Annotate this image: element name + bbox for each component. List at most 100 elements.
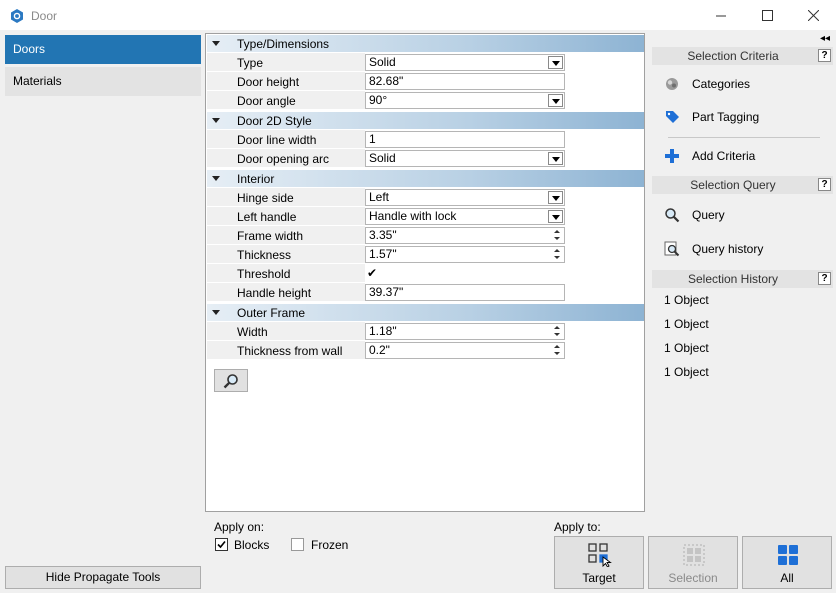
frozen-checkbox[interactable]: [291, 538, 304, 551]
apply-to-label: Apply to:: [554, 520, 601, 534]
section-title: Type/Dimensions: [237, 37, 330, 51]
frame-width-spinner[interactable]: 3.35": [365, 227, 565, 244]
part-tagging-label: Part Tagging: [692, 110, 760, 124]
window-title: Door: [31, 9, 58, 23]
property-row-door-angle: Door angle 90°: [207, 91, 644, 110]
search-icon: [665, 208, 680, 223]
sidebar-item-materials[interactable]: Materials: [5, 67, 201, 96]
all-icon: [778, 545, 798, 565]
selection-history-header: Selection History ?: [652, 270, 833, 288]
spinner-arrows-icon[interactable]: [553, 324, 562, 339]
close-button[interactable]: [790, 0, 836, 31]
collapse-triangle-icon[interactable]: [212, 176, 220, 181]
door-line-width-input[interactable]: 1: [365, 131, 565, 148]
plus-icon: [665, 149, 679, 163]
hinge-side-dropdown[interactable]: Left: [365, 189, 565, 206]
history-item[interactable]: 1 Object: [664, 293, 709, 307]
threshold-checkbox[interactable]: ✔: [367, 266, 377, 280]
property-row-frame-width: Frame width 3.35": [207, 226, 644, 245]
door-height-input[interactable]: 82.68": [365, 73, 565, 90]
property-label: Door opening arc: [237, 152, 330, 166]
sidebar-item-doors[interactable]: Doors: [5, 35, 201, 64]
property-row-hinge-side: Hinge side Left: [207, 188, 644, 207]
selection-button[interactable]: Selection: [648, 536, 738, 589]
divider: [668, 137, 820, 138]
chevron-down-icon[interactable]: [548, 210, 563, 223]
collapse-panel-icon[interactable]: ◂◂: [820, 33, 830, 44]
section-door-2d-style[interactable]: Door 2D Style: [207, 112, 644, 129]
section-interior[interactable]: Interior: [207, 170, 644, 187]
blocks-checkbox[interactable]: [215, 538, 228, 551]
chevron-down-icon[interactable]: [548, 152, 563, 165]
close-icon: [807, 10, 819, 21]
spinner-arrows-icon[interactable]: [553, 343, 562, 358]
target-button[interactable]: Target: [554, 536, 644, 589]
help-icon[interactable]: ?: [818, 49, 831, 62]
target-button-label: Target: [582, 571, 616, 585]
section-outer-frame[interactable]: Outer Frame: [207, 304, 644, 321]
spinner-arrows-icon[interactable]: [553, 247, 562, 262]
property-label: Frame width: [237, 229, 304, 243]
property-label: Threshold: [237, 267, 291, 281]
property-label: Type: [237, 56, 264, 70]
thickness-from-wall-spinner[interactable]: 0.2": [365, 342, 565, 359]
section-title: Interior: [237, 172, 275, 186]
property-label: Handle height: [237, 286, 312, 300]
chevron-down-icon[interactable]: [548, 94, 563, 107]
property-label: Hinge side: [237, 191, 294, 205]
target-icon: [588, 543, 612, 567]
selection-query-header: Selection Query ?: [652, 176, 833, 194]
property-row-thickness: Thickness 1.57": [207, 245, 644, 264]
door-opening-arc-dropdown[interactable]: Solid: [365, 150, 565, 167]
history-item[interactable]: 1 Object: [664, 341, 709, 355]
categories-label: Categories: [692, 77, 751, 91]
chevron-down-icon[interactable]: [548, 191, 563, 204]
section-title: Selection History: [687, 272, 779, 286]
query-label: Query: [692, 208, 725, 222]
property-row-thickness-from-wall: Thickness from wall 0.2": [207, 341, 644, 360]
search-icon: [223, 373, 238, 388]
property-grid: Type/Dimensions Type Solid Door height 8…: [205, 33, 645, 512]
help-icon[interactable]: ?: [818, 178, 831, 191]
all-button[interactable]: All: [742, 536, 832, 589]
property-row-threshold: Threshold ✔: [207, 264, 644, 283]
section-title: Selection Query: [690, 178, 776, 192]
search-button[interactable]: [214, 369, 248, 392]
handle-height-input[interactable]: 39.37": [365, 284, 565, 301]
property-label: Width: [237, 325, 268, 339]
history-item[interactable]: 1 Object: [664, 365, 709, 379]
help-icon[interactable]: ?: [818, 272, 831, 285]
section-type-dimensions[interactable]: Type/Dimensions: [207, 35, 644, 52]
property-row-door-opening-arc: Door opening arc Solid: [207, 149, 644, 168]
query-history-icon: [664, 241, 680, 257]
minimize-button[interactable]: [698, 0, 744, 31]
collapse-triangle-icon[interactable]: [212, 310, 220, 315]
section-title: Door 2D Style: [237, 114, 312, 128]
section-title: Selection Criteria: [687, 49, 779, 63]
collapse-triangle-icon[interactable]: [212, 41, 220, 46]
property-row-door-line-width: Door line width 1: [207, 130, 644, 149]
maximize-button[interactable]: [744, 0, 790, 31]
hide-propagate-tools-button[interactable]: Hide Propagate Tools: [5, 566, 201, 589]
app-icon: [11, 9, 23, 23]
history-item[interactable]: 1 Object: [664, 317, 709, 331]
chevron-down-icon[interactable]: [548, 56, 563, 69]
query-history-label: Query history: [692, 242, 764, 256]
type-dropdown[interactable]: Solid: [365, 54, 565, 71]
spinner-arrows-icon[interactable]: [553, 228, 562, 243]
section-title: Outer Frame: [237, 306, 306, 320]
minimize-icon: [716, 15, 726, 16]
door-angle-dropdown[interactable]: 90°: [365, 92, 565, 109]
property-row-width: Width 1.18": [207, 322, 644, 341]
property-label: Door height: [237, 75, 300, 89]
title-bar: Door: [0, 0, 836, 31]
add-criteria-label: Add Criteria: [692, 149, 756, 163]
blocks-label: Blocks: [234, 538, 270, 552]
selection-button-label: Selection: [668, 571, 718, 585]
collapse-triangle-icon[interactable]: [212, 118, 220, 123]
tag-icon: [666, 111, 679, 123]
thickness-spinner[interactable]: 1.57": [365, 246, 565, 263]
width-spinner[interactable]: 1.18": [365, 323, 565, 340]
property-row-door-height: Door height 82.68": [207, 72, 644, 91]
left-handle-dropdown[interactable]: Handle with lock: [365, 208, 565, 225]
